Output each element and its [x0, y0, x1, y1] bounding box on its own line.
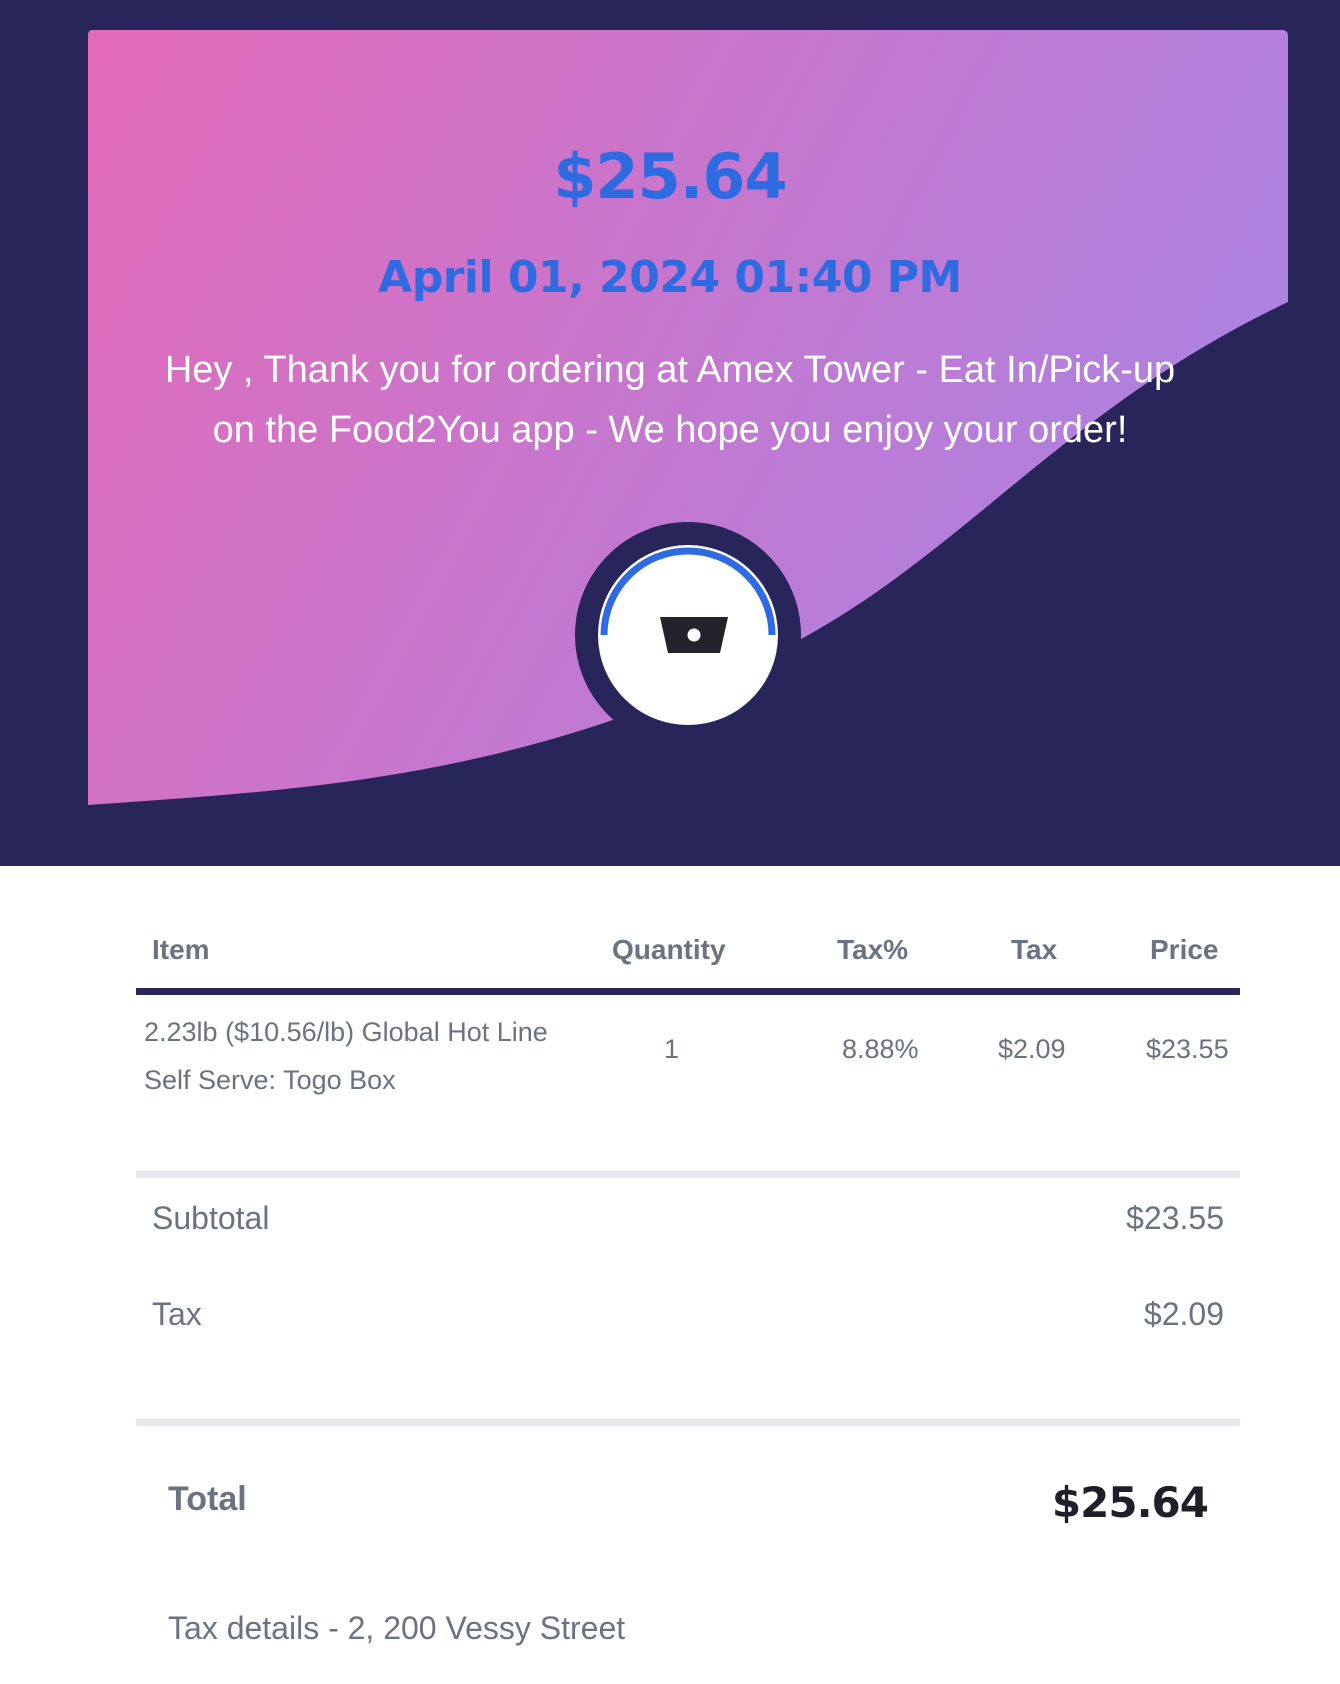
summary-divider	[136, 1419, 1240, 1426]
badge-circle	[598, 545, 778, 725]
basket-icon	[660, 617, 728, 653]
subtotal-label: Subtotal	[152, 1200, 270, 1236]
tax-label: Tax	[152, 1296, 202, 1332]
item-tax-percent: 8.88%	[842, 1034, 919, 1064]
receipt-header: $25.64 April 01, 2024 01:40 PM Hey , Tha…	[0, 0, 1340, 866]
order-badge	[575, 522, 801, 748]
item-name: 2.23lb ($10.56/lb) Global Hot Line Self …	[144, 1017, 548, 1095]
subtotal-value: $23.55	[1126, 1200, 1224, 1236]
item-quantity: 1	[664, 1034, 680, 1064]
total-label: Total	[168, 1480, 247, 1518]
column-header-tax: Tax	[1011, 934, 1058, 965]
column-header-tax-percent: Tax%	[837, 934, 909, 965]
total-value: $25.64	[1051, 1478, 1209, 1527]
order-amount: $25.64	[553, 140, 787, 213]
column-header-price: Price	[1150, 934, 1219, 965]
items-divider	[136, 1171, 1240, 1178]
header-divider	[136, 988, 1240, 995]
column-header-quantity: Quantity	[612, 934, 726, 965]
tax-details: Tax details - 2, 200 Vessy Street	[168, 1610, 626, 1646]
order-date: April 01, 2024 01:40 PM	[378, 252, 962, 303]
item-price: $23.55	[1146, 1034, 1229, 1064]
item-tax: $2.09	[998, 1034, 1066, 1064]
tax-value: $2.09	[1143, 1296, 1224, 1332]
thank-you-message: Hey , Thank you for ordering at Amex Tow…	[164, 349, 1176, 451]
column-header-item: Item	[152, 934, 210, 965]
